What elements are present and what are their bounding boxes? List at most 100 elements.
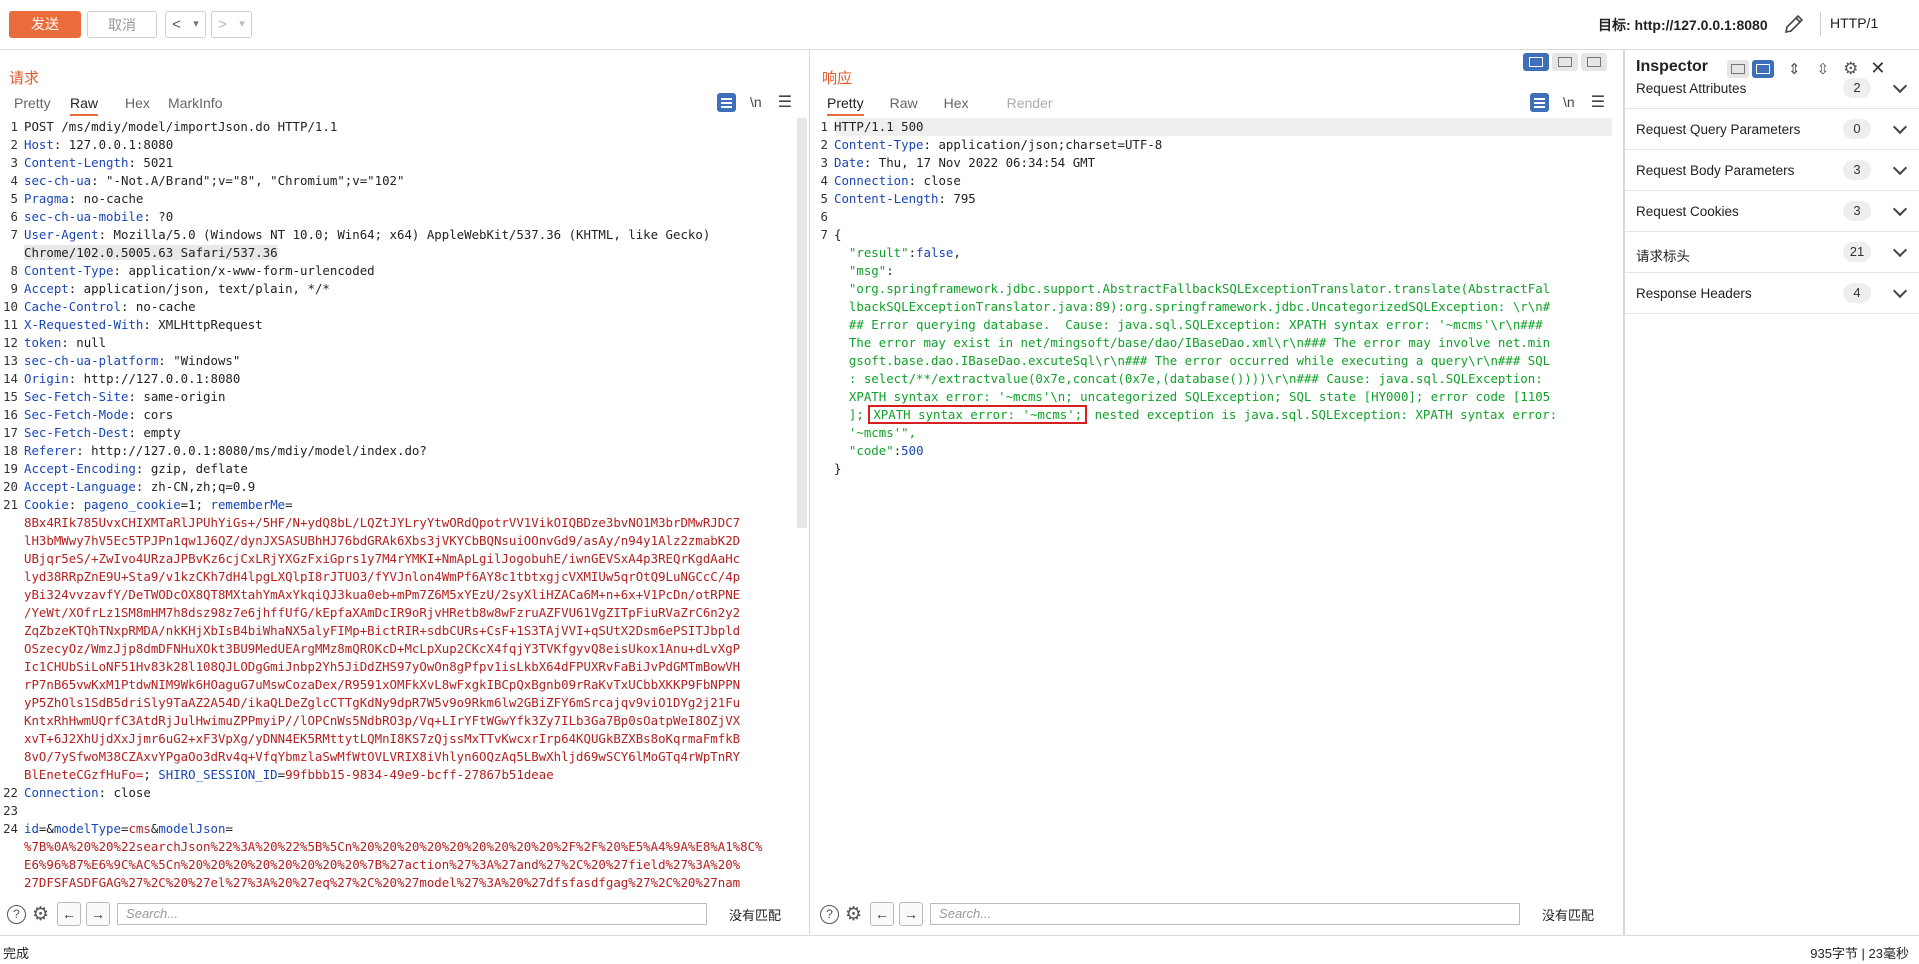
menu-icon[interactable]: ☰ — [1591, 92, 1605, 112]
current-line-highlight — [836, 118, 1612, 136]
code-line: HTTP/1.1 500 — [834, 118, 924, 136]
code-token: Accept-Language — [24, 479, 136, 494]
request-title: 请求 — [9, 70, 40, 87]
request-tab-raw[interactable]: Raw — [70, 90, 99, 116]
code-line: Accept-Encoding: gzip, deflate — [24, 460, 248, 478]
gear-icon[interactable]: ⚙ — [32, 903, 49, 926]
chevron-down-icon[interactable] — [1892, 119, 1908, 135]
code-line: gsoft.base.dao.IBaseDao.excuteSql\r\n###… — [834, 352, 1550, 370]
code-token: : close — [98, 785, 151, 800]
code-token: : "Windows" — [158, 353, 241, 368]
help-icon[interactable]: ? — [7, 904, 26, 924]
code-token: : Thu, 17 Nov 2022 06:34:54 GMT — [863, 155, 1096, 170]
code-token: Content-Type — [24, 263, 114, 278]
code-token: ]; — [834, 407, 872, 422]
inspector-section-row[interactable]: Request Query Parameters 0 — [1625, 110, 1919, 150]
menu-icon[interactable]: ☰ — [778, 92, 792, 112]
help-icon[interactable]: ? — [820, 904, 839, 924]
request-tab-hex[interactable]: Hex — [125, 90, 168, 116]
line-number: 8 — [10, 263, 18, 278]
inspector-section-row[interactable]: Request Cookies 3 — [1625, 192, 1919, 232]
code-token: Sec-Fetch-Site — [24, 389, 129, 404]
send-button[interactable]: 发送 — [9, 11, 81, 38]
gear-icon[interactable]: ⚙ — [845, 903, 862, 926]
chevron-down-icon[interactable] — [1892, 160, 1908, 176]
code-token: UBjqr5eS/+ZwIvo4URzaJPBvKz6cjCxLRjYXGzFx… — [24, 551, 741, 566]
code-token: "code" — [834, 443, 894, 458]
cancel-button[interactable]: 取消 — [87, 11, 157, 38]
code-line: 8Bx4RIk785UvxCHIXMTaRlJPUhYiGs+/5HF/N+yd… — [24, 514, 740, 532]
response-tab-raw[interactable]: Raw — [890, 90, 944, 116]
code-line: Cookie: pageno_cookie=1; rememberMe= — [24, 496, 293, 514]
code-token: lyd38RRpZnE9U+Sta9/v1kzCKh7dH4lpgLXQlpI8… — [24, 569, 741, 584]
code-line: lH3bMWwy7hV5Ec5TPJPn1qw1J6QZ/dynJXSASUBh… — [24, 532, 740, 550]
forward-nav-group: > ▾ — [211, 11, 252, 38]
request-tab-pretty[interactable]: Pretty — [14, 90, 70, 116]
chevron-down-icon[interactable] — [1892, 242, 1908, 258]
code-token: nested exception is java.sql.SQLExceptio… — [1087, 407, 1558, 422]
response-tab-hex[interactable]: Hex — [944, 90, 1007, 116]
code-token: sec-ch-ua — [24, 173, 92, 188]
search-previous-button[interactable]: ← — [57, 902, 82, 926]
code-line: /YeWt/XOfrLz1SM8mHM7h8dsz98z7e6jhffUfG/k… — [24, 604, 740, 622]
request-scrollbar[interactable] — [797, 118, 807, 528]
request-tab-markinfo[interactable]: MarkInfo — [168, 90, 222, 116]
chevron-down-icon[interactable] — [1892, 283, 1908, 299]
code-token: : close — [908, 173, 961, 188]
layout-side-by-side-button[interactable] — [1523, 53, 1549, 71]
search-next-button[interactable]: → — [86, 902, 111, 926]
line-number: 18 — [3, 443, 18, 458]
request-search-input[interactable]: Search... — [117, 903, 708, 925]
inspector-section-row[interactable]: Response Headers 4 — [1625, 274, 1919, 314]
line-number: 12 — [3, 335, 18, 350]
code-token: ; — [143, 767, 159, 782]
response-tab-render[interactable]: Render — [1007, 90, 1053, 116]
http-version-label[interactable]: HTTP/1 — [1830, 15, 1878, 31]
forward-button[interactable]: > — [212, 12, 233, 37]
code-token: rP7nB65vwKxM1PtdwNIM9Wk6HOaguG7uMswCozaD… — [24, 677, 741, 692]
back-button[interactable]: < — [166, 12, 187, 37]
chevron-down-icon[interactable] — [1892, 78, 1908, 94]
word-wrap-icon[interactable] — [1530, 92, 1549, 112]
forward-history-dropdown[interactable]: ▾ — [233, 12, 251, 37]
pencil-icon[interactable] — [1782, 12, 1806, 36]
layout-stacked-button[interactable] — [1552, 53, 1578, 71]
code-line: Connection: close — [834, 172, 961, 190]
code-token: : — [68, 497, 84, 512]
inspector-section-row[interactable]: Request Attributes 2 — [1625, 69, 1919, 109]
response-search-input[interactable]: Search... — [930, 903, 1521, 925]
code-line: rP7nB65vwKxM1PtdwNIM9Wk6HOaguG7uMswCozaD… — [24, 676, 740, 694]
code-token: xvT+6J2XhUjdXxJjmr6uG2+xF3VpXg/yDNN4EK5R… — [24, 731, 741, 746]
code-line: OSzecyOz/WmzJjp8dmDFNHuXOkt3BU9MedUEArgM… — [24, 640, 740, 658]
response-title: 响应 — [822, 70, 853, 87]
code-line: Content-Type: application/x-www-form-url… — [24, 262, 375, 280]
inspector-section-row[interactable]: Request Body Parameters 3 — [1625, 151, 1919, 191]
chevron-down-icon[interactable] — [1892, 201, 1908, 217]
code-line: Content-Length: 795 — [834, 190, 976, 208]
response-editor-icons: \n ☰ — [1530, 92, 1605, 112]
newline-toggle[interactable]: \n — [1563, 94, 1575, 110]
search-next-button[interactable]: → — [899, 902, 924, 926]
code-token: =& — [38, 821, 54, 836]
response-tab-pretty[interactable]: Pretty — [827, 90, 864, 116]
code-line: "result":false, — [834, 244, 961, 262]
response-search-bar: ? ⚙ ← → Search... 没有匹配 — [820, 899, 1594, 929]
code-token: 500 — [901, 443, 924, 458]
inspector-section-row[interactable]: 请求标头 21 — [1625, 233, 1919, 273]
code-token: SHIRO_SESSION_ID — [158, 767, 278, 782]
code-token: '~mcms'", — [834, 425, 917, 440]
newline-toggle[interactable]: \n — [750, 94, 762, 110]
back-history-dropdown[interactable]: ▾ — [187, 12, 205, 37]
code-line: BlEneteCGzfHuFo=; SHIRO_SESSION_ID=99fbb… — [24, 766, 554, 784]
code-line: Content-Type: application/json;charset=U… — [834, 136, 1162, 154]
code-token: id — [24, 821, 39, 836]
word-wrap-icon[interactable] — [717, 92, 736, 112]
code-line: Connection: close — [24, 784, 151, 802]
layout-tabs-button[interactable] — [1581, 53, 1607, 71]
code-token: = — [225, 821, 233, 836]
code-token: Accept — [24, 281, 69, 296]
code-token: "result" — [834, 245, 909, 260]
search-previous-button[interactable]: ← — [870, 902, 895, 926]
code-line: { — [834, 226, 841, 244]
inspector-section-count: 3 — [1843, 201, 1871, 221]
